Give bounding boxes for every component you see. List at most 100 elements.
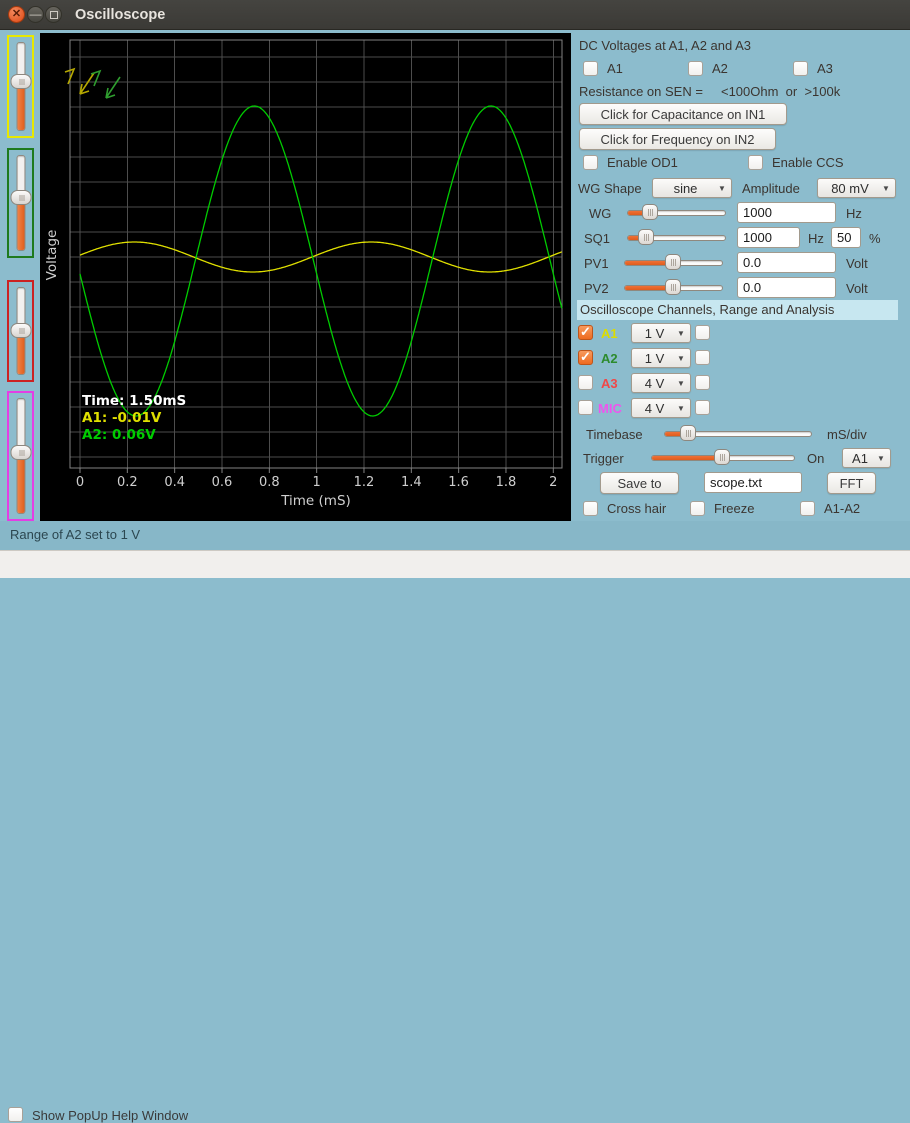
slider-fill	[17, 454, 24, 513]
slider-thumb[interactable]	[665, 254, 681, 270]
freeze-checkbox[interactable]	[690, 501, 705, 516]
show-popup-help-label: Show PopUp Help Window	[32, 1108, 188, 1123]
save-button[interactable]: Save to	[600, 472, 679, 494]
sq1-duty-input[interactable]	[831, 227, 861, 248]
channel-a1-checkbox[interactable]	[578, 325, 593, 340]
a1-a2-checkbox[interactable]	[800, 501, 815, 516]
channel-a3-checkbox[interactable]	[578, 375, 593, 390]
dc-a2-checkbox[interactable]	[688, 61, 703, 76]
slider-thumb[interactable]	[10, 190, 31, 205]
x-tick-label: 1.8	[496, 475, 517, 490]
slider-thumb[interactable]	[10, 323, 31, 338]
dc-a3-label: A3	[817, 61, 833, 76]
x-tick-label: 0.8	[259, 475, 280, 490]
channel-a2-range-value: 1 V	[632, 351, 677, 366]
trigger-source-select[interactable]: A1 ▼	[842, 448, 891, 468]
readout-2: A2: 0.06V	[82, 427, 156, 443]
dc-voltages-header: DC Voltages at A1, A2 and A3	[579, 38, 751, 53]
cross-hair-checkbox[interactable]	[583, 501, 598, 516]
channel-mic-range-select[interactable]: 4 V ▼	[631, 398, 691, 418]
minimize-button[interactable]: —	[27, 6, 44, 23]
channel-a1-range-value: 1 V	[632, 326, 677, 341]
a1-position-slider[interactable]	[7, 35, 34, 138]
channel-a2-analysis-checkbox[interactable]	[695, 350, 710, 365]
slider-thumb[interactable]	[665, 279, 681, 295]
frequency-button[interactable]: Click for Frequency on IN2	[579, 128, 776, 150]
wg-label: WG	[589, 206, 611, 221]
channel-a2-checkbox[interactable]	[578, 350, 593, 365]
chevron-down-icon: ▼	[718, 184, 731, 193]
window-title: Oscilloscope	[75, 0, 165, 30]
wg-shape-value: sine	[653, 181, 718, 196]
channel-a1-range-select[interactable]: 1 V ▼	[631, 323, 691, 343]
pv1-label: PV1	[584, 256, 609, 271]
slider-thumb[interactable]	[638, 229, 654, 245]
timebase-slider[interactable]	[664, 425, 812, 442]
channel-mic-analysis-checkbox[interactable]	[695, 400, 710, 415]
pv2-input[interactable]	[737, 277, 836, 298]
slider-thumb[interactable]	[714, 449, 730, 465]
fft-button[interactable]: FFT	[827, 472, 876, 494]
enable-od1-checkbox[interactable]	[583, 155, 598, 170]
enable-ccs-checkbox[interactable]	[748, 155, 763, 170]
a2-position-slider[interactable]	[7, 148, 34, 258]
chevron-down-icon: ▼	[677, 379, 690, 388]
slider-fill	[652, 456, 722, 460]
sq1-label: SQ1	[584, 231, 610, 246]
pv2-unit-label: Volt	[846, 281, 868, 296]
dc-a3-checkbox[interactable]	[793, 61, 808, 76]
sq1-duty-unit-label: %	[869, 231, 881, 246]
chevron-down-icon: ▼	[677, 404, 690, 413]
pv1-slider[interactable]	[624, 254, 723, 271]
x-tick-label: 1.4	[401, 475, 422, 490]
wave-A2	[80, 106, 562, 416]
channel-mic-checkbox[interactable]	[578, 400, 593, 415]
pv1-unit-label: Volt	[846, 256, 868, 271]
x-tick-label: 0.6	[212, 475, 233, 490]
cross-hair-label: Cross hair	[607, 501, 666, 516]
channel-a2-range-select[interactable]: 1 V ▼	[631, 348, 691, 368]
close-button[interactable]: ✕	[8, 6, 25, 23]
channel-a1-label: A1	[601, 326, 618, 341]
trigger-label: Trigger	[583, 451, 624, 466]
channel-a3-analysis-checkbox[interactable]	[695, 375, 710, 390]
pv2-slider[interactable]	[624, 279, 723, 296]
enable-od1-label: Enable OD1	[607, 155, 678, 170]
maximize-button[interactable]	[45, 6, 62, 23]
resistance-readout: Resistance on SEN = <100Ohm or >100k	[579, 84, 840, 99]
wg-shape-select[interactable]: sine ▼	[652, 178, 732, 198]
titlebar: ✕ — Oscilloscope	[0, 0, 910, 30]
readout-0: Time: 1.50mS	[82, 393, 186, 409]
maximize-icon	[50, 11, 58, 19]
capacitance-button[interactable]: Click for Capacitance on IN1	[579, 103, 787, 125]
trigger-slider[interactable]	[651, 449, 795, 466]
slider-thumb[interactable]	[680, 425, 696, 441]
channel-a3-range-value: 4 V	[632, 376, 677, 391]
x-tick-label: 1.6	[448, 475, 469, 490]
show-popup-help-checkbox[interactable]	[8, 1107, 23, 1122]
oscilloscope-plot: 00.20.40.60.811.21.41.61.82Time (mS)Volt…	[40, 33, 571, 521]
mic-position-slider[interactable]	[7, 391, 34, 521]
x-tick-label: 2	[549, 475, 557, 490]
channel-a3-range-select[interactable]: 4 V ▼	[631, 373, 691, 393]
dc-a1-checkbox[interactable]	[583, 61, 598, 76]
wg-frequency-input[interactable]	[737, 202, 836, 223]
slider-thumb[interactable]	[10, 74, 31, 89]
channel-a1-analysis-checkbox[interactable]	[695, 325, 710, 340]
sq1-slider[interactable]	[627, 229, 726, 246]
channel-a3-label: A3	[601, 376, 618, 391]
pv1-input[interactable]	[737, 252, 836, 273]
dc-a2-label: A2	[712, 61, 728, 76]
wg-unit-label: Hz	[846, 206, 862, 221]
a3-position-slider[interactable]	[7, 280, 34, 382]
x-tick-label: 0	[76, 475, 84, 490]
sq1-frequency-input[interactable]	[737, 227, 800, 248]
filename-input[interactable]	[704, 472, 802, 493]
status-message: Range of A2 set to 1 V	[10, 527, 140, 542]
x-tick-label: 0.2	[117, 475, 138, 490]
slider-thumb[interactable]	[10, 445, 31, 460]
amplitude-label: Amplitude	[742, 181, 800, 196]
wg-slider[interactable]	[627, 204, 726, 221]
amplitude-select[interactable]: 80 mV ▼	[817, 178, 896, 198]
slider-thumb[interactable]	[642, 204, 658, 220]
